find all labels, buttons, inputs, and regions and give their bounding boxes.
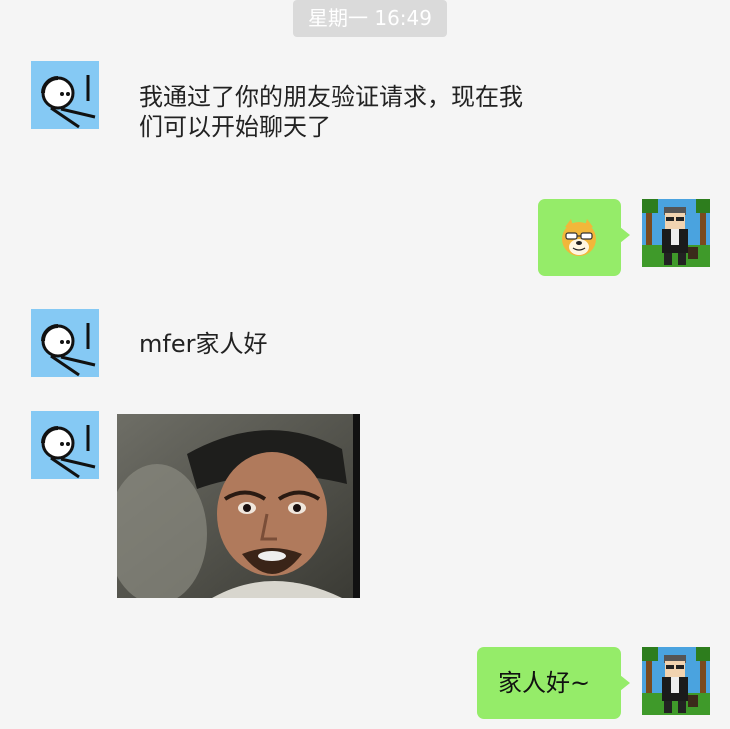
doge-sticker-icon	[562, 219, 596, 256]
pixel-character-avatar-image	[642, 647, 710, 715]
incoming-message-text[interactable]: mfer家人好	[139, 329, 267, 359]
outgoing-message-text: 家人好~	[498, 669, 591, 697]
mfer-avatar-image	[31, 61, 99, 129]
pixel-character-avatar-image	[642, 199, 710, 267]
outgoing-message-bubble[interactable]: 家人好~	[477, 647, 630, 719]
incoming-image-message[interactable]	[117, 414, 360, 598]
contact-avatar[interactable]	[31, 309, 99, 377]
outgoing-sticker-bubble[interactable]	[538, 199, 630, 276]
my-avatar[interactable]	[642, 647, 710, 715]
my-avatar[interactable]	[642, 199, 710, 267]
contact-avatar[interactable]	[31, 411, 99, 479]
incoming-message-text[interactable]: 我通过了你的朋友验证请求，现在我们可以开始聊天了	[139, 82, 539, 142]
timestamp: 星期一 16:49	[293, 0, 447, 37]
mfer-avatar-image	[31, 309, 99, 377]
mfer-avatar-image	[31, 411, 99, 479]
contact-avatar[interactable]	[31, 61, 99, 129]
movie-still-image	[117, 414, 360, 598]
